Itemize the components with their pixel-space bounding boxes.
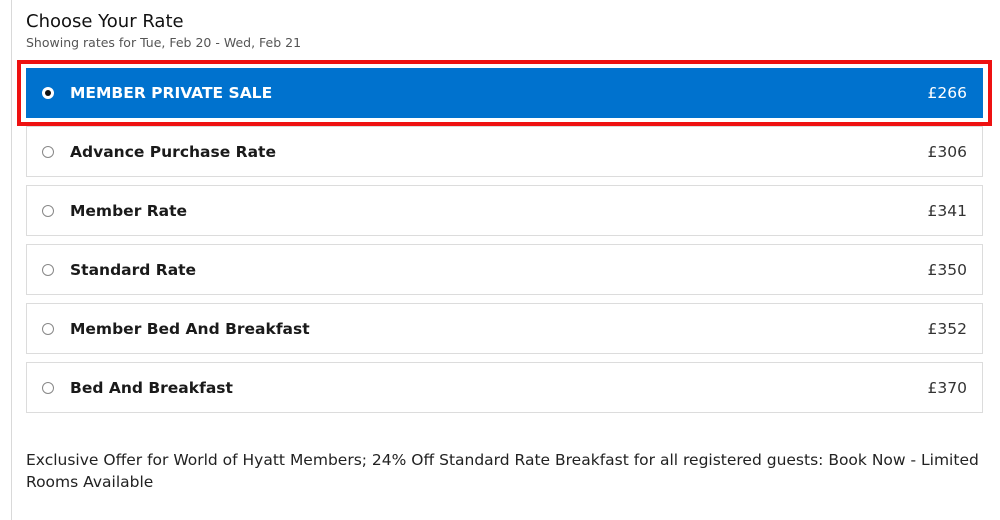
rate-name: Member Bed And Breakfast	[70, 319, 310, 338]
rate-option-member-bed-and-breakfast[interactable]: Member Bed And Breakfast £352	[26, 303, 983, 354]
rate-option-standard-rate[interactable]: Standard Rate £350	[26, 244, 983, 295]
rate-name: Bed And Breakfast	[70, 378, 233, 397]
rate-option-member-rate[interactable]: Member Rate £341	[26, 185, 983, 236]
rate-price: £306	[927, 142, 967, 161]
rate-name: Member Rate	[70, 201, 188, 220]
rate-name: Standard Rate	[70, 260, 197, 279]
offer-description: Exclusive Offer for World of Hyatt Membe…	[26, 451, 979, 491]
rate-name: MEMBER PRIVATE SALE	[70, 84, 273, 102]
rate-price: £350	[927, 260, 967, 279]
rate-option-member-private-sale[interactable]: MEMBER PRIVATE SALE £266	[17, 60, 992, 126]
radio-unselected-icon[interactable]	[42, 322, 54, 335]
radio-unselected-icon[interactable]	[42, 263, 54, 276]
rate-option-bed-and-breakfast[interactable]: Bed And Breakfast £370	[26, 362, 983, 413]
page-title: Choose Your Rate	[26, 11, 184, 32]
rate-option-advance-purchase[interactable]: Advance Purchase Rate £306	[26, 126, 983, 177]
rate-price: £266	[927, 84, 967, 102]
radio-selected-icon[interactable]	[42, 87, 54, 99]
rate-selection-page: Choose Your Rate Showing rates for Tue, …	[0, 0, 1000, 520]
radio-unselected-icon[interactable]	[42, 204, 54, 217]
rate-price: £341	[927, 201, 967, 220]
left-divider	[11, 0, 12, 520]
rate-list: MEMBER PRIVATE SALE £266 Advance Purchas…	[17, 60, 992, 421]
rate-name: Advance Purchase Rate	[70, 142, 276, 161]
rate-header: Choose Your Rate Showing rates for Tue, …	[26, 10, 301, 51]
date-range-subtitle: Showing rates for Tue, Feb 20 - Wed, Feb…	[26, 35, 302, 50]
rate-price: £370	[927, 378, 967, 397]
radio-unselected-icon[interactable]	[42, 381, 54, 394]
radio-unselected-icon[interactable]	[42, 145, 54, 158]
rate-price: £352	[927, 319, 967, 338]
